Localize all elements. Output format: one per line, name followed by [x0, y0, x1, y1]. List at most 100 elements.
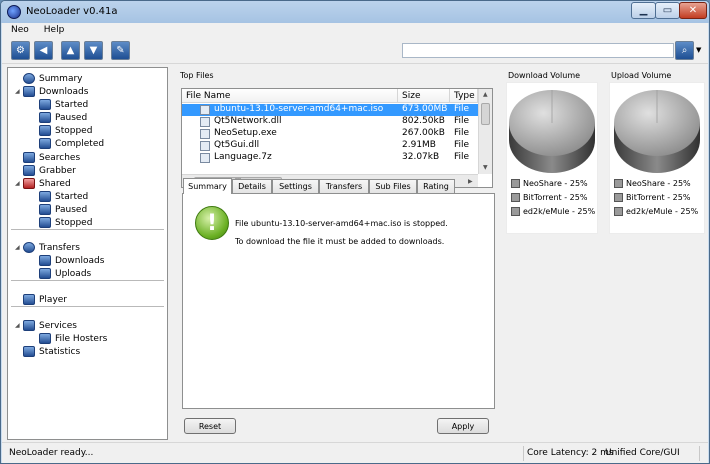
tab-rating[interactable]: Rating — [417, 179, 455, 193]
vertical-scroll-thumb[interactable] — [481, 103, 490, 125]
sidebar-item-paused[interactable]: Paused — [39, 111, 87, 124]
cell-type: File — [454, 104, 470, 114]
sidebar-item-started[interactable]: Started — [39, 98, 88, 111]
maximize-button[interactable]: ▭ — [655, 2, 680, 19]
cell-size: 267.00kB — [402, 128, 445, 138]
file-hosters-icon — [39, 333, 51, 344]
table-row[interactable]: NeoSetup.exe 267.00kB File — [182, 128, 478, 140]
close-button[interactable]: ✕ — [679, 2, 707, 19]
cell-name: NeoSetup.exe — [214, 128, 277, 138]
player-icon — [23, 294, 35, 305]
completed-icon — [39, 138, 51, 149]
sidebar-item-completed[interactable]: Completed — [39, 137, 104, 150]
sidebar-item-started[interactable]: Started — [39, 190, 88, 203]
sidebar-item-label: Paused — [55, 112, 88, 123]
summary-hint-message: To download the file it must be added to… — [235, 237, 445, 246]
summary-panel: ! File ubuntu-13.10-server-amd64+mac.iso… — [182, 193, 495, 409]
sidebar-item-stopped[interactable]: Stopped — [39, 124, 92, 137]
add-download-icon[interactable]: ▲ — [61, 41, 80, 60]
column-header-type[interactable]: Type — [450, 89, 478, 103]
sidebar-item-services[interactable]: ◢ Services — [15, 319, 77, 332]
minimize-button[interactable]: ▁ — [631, 2, 656, 19]
sidebar-item-label: Stopped — [55, 125, 93, 136]
tab-settings[interactable]: Settings — [272, 179, 319, 193]
sidebar-item-label: Started — [55, 191, 89, 202]
tab-summary[interactable]: Summary — [183, 178, 232, 194]
sidebar-item-shared[interactable]: ◢ Shared — [15, 177, 71, 190]
sidebar-item-label: Paused — [55, 204, 88, 215]
cell-type: File — [454, 140, 470, 150]
paused-icon — [39, 112, 51, 123]
sidebar-item-label: Searches — [39, 152, 81, 163]
download-icon[interactable]: ▼ — [84, 41, 103, 60]
cell-type: File — [454, 128, 470, 138]
upload-legend-neoshare: NeoShare - 25% — [614, 179, 691, 188]
top-files-title: Top Files — [180, 71, 214, 80]
tab-transfers[interactable]: Transfers — [319, 179, 369, 193]
expand-arrow-icon[interactable]: ◢ — [15, 244, 23, 251]
apply-button[interactable]: Apply — [437, 418, 489, 434]
table-row[interactable]: Qt5Gui.dll 2.91MB File — [182, 140, 478, 152]
sidebar-item-label: File Hosters — [55, 333, 108, 344]
sidebar-item-label: Transfers — [39, 242, 80, 253]
reset-button[interactable]: Reset — [184, 418, 236, 434]
table-row[interactable]: ubuntu-13.10-server-amd64+mac.iso 673.00M… — [182, 104, 478, 116]
paused-icon — [39, 204, 51, 215]
cell-size: 32.07kB — [402, 152, 440, 162]
sidebar-item-label: Downloads — [55, 255, 105, 266]
summary-status-message: File ubuntu-13.10-server-amd64+mac.iso i… — [235, 219, 448, 228]
tab-details[interactable]: Details — [232, 179, 272, 193]
sidebar-item-player[interactable]: Player — [15, 293, 67, 306]
menu-neo[interactable]: Neo — [2, 23, 35, 38]
column-header-file-name[interactable]: File Name — [182, 89, 398, 103]
table-vertical-scrollbar[interactable]: ▲ ▼ — [478, 89, 492, 174]
column-header-size[interactable]: Size — [398, 89, 450, 103]
upload-legend-bittorrent: BitTorrent - 25% — [614, 193, 690, 202]
sidebar-item-transfers[interactable]: ◢ Transfers — [15, 241, 80, 254]
table-row[interactable]: Qt5Network.dll 802.50kB File — [182, 116, 478, 128]
scroll-up-icon[interactable]: ▲ — [483, 91, 488, 98]
search-dropdown-icon[interactable]: ▼ — [696, 46, 701, 54]
sidebar-item-label: Grabber — [39, 165, 76, 176]
file-icon — [200, 141, 210, 151]
sidebar-item-grabber[interactable]: Grabber — [15, 164, 76, 177]
search-icon[interactable]: ⌕ — [675, 41, 694, 60]
sidebar-item-label: Started — [55, 99, 89, 110]
status-message: NeoLoader ready... — [9, 448, 94, 458]
sidebar-item-label: Services — [39, 320, 77, 331]
sidebar-item-downloads[interactable]: Downloads — [39, 254, 104, 267]
sidebar-item-file-hosters[interactable]: File Hosters — [39, 332, 107, 345]
menu-help[interactable]: Help — [35, 23, 71, 38]
expand-arrow-icon[interactable]: ◢ — [15, 180, 23, 187]
tools-icon[interactable]: ✎ — [111, 41, 130, 60]
table-row[interactable]: Language.7z 32.07kB File — [182, 152, 478, 164]
sidebar-item-searches[interactable]: Searches — [15, 151, 80, 164]
search-input[interactable] — [402, 43, 674, 58]
title-bar[interactable]: NeoLoader v0.41a ▁ ▭ ✕ — [1, 1, 709, 23]
shared-icon — [23, 178, 35, 189]
sidebar-item-label: Stopped — [55, 217, 93, 228]
scroll-down-icon[interactable]: ▼ — [483, 164, 488, 171]
sidebar-item-statistics[interactable]: Statistics — [15, 345, 80, 358]
sidebar-item-downloads[interactable]: ◢ Downloads — [15, 85, 88, 98]
scroll-right-icon[interactable]: ▶ — [468, 178, 473, 185]
app-window: NeoLoader v0.41a ▁ ▭ ✕ Neo Help ⚙ ◀ ▲ ▼ … — [0, 0, 710, 464]
back-icon[interactable]: ◀ — [34, 41, 53, 60]
download-legend-ed2k: ed2k/eMule - 25% — [511, 207, 595, 216]
sidebar-item-uploads[interactable]: Uploads — [39, 267, 91, 280]
cell-size: 802.50kB — [402, 116, 445, 126]
core-mode: Unified Core/GUI — [605, 448, 680, 458]
cell-name: ubuntu-13.10-server-amd64+mac.iso — [214, 104, 384, 114]
sidebar-item-summary[interactable]: Summary — [15, 72, 83, 85]
sidebar-item-label: Uploads — [55, 268, 92, 279]
connect-icon[interactable]: ⚙ — [11, 41, 30, 60]
file-icon — [200, 105, 210, 115]
expand-arrow-icon[interactable]: ◢ — [15, 88, 23, 95]
sidebar-item-stopped[interactable]: Stopped — [39, 216, 92, 229]
tab-sub-files[interactable]: Sub Files — [369, 179, 417, 193]
sidebar-item-label: Shared — [39, 178, 71, 189]
download-volume-pie — [509, 90, 595, 173]
stopped-icon — [39, 125, 51, 136]
expand-arrow-icon[interactable]: ◢ — [15, 322, 23, 329]
sidebar-item-paused[interactable]: Paused — [39, 203, 87, 216]
